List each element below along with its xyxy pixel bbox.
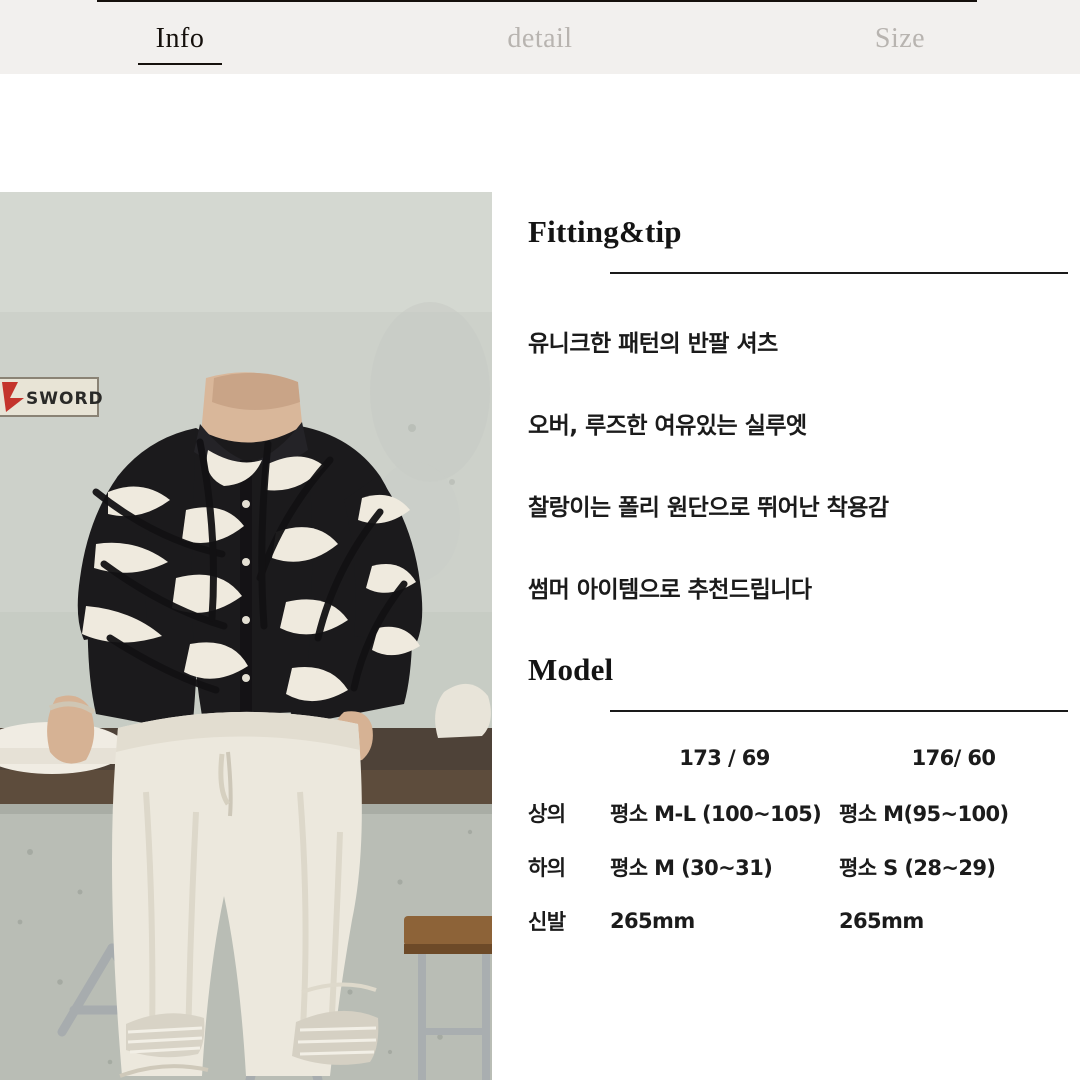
- product-photo: SWORD: [0, 192, 492, 1080]
- model-row-label: 신발: [528, 910, 566, 934]
- fitting-line: 썸머 아이템으로 추천드립니다: [528, 577, 812, 603]
- model-row-value-a: 평소 M-L (100~105): [610, 802, 822, 826]
- model-row-label: 상의: [528, 802, 566, 826]
- table-row: 173 / 69 176/ 60: [528, 734, 1068, 786]
- tab-bar: Info detail Size: [0, 0, 1080, 74]
- tab-detail-label: detail: [507, 23, 573, 54]
- tab-info[interactable]: Info: [0, 21, 360, 65]
- tab-detail[interactable]: detail: [360, 21, 720, 53]
- table-row: 신발 265mm 265mm: [528, 894, 1068, 948]
- model-title: Model: [528, 652, 614, 687]
- info-content: SWORD Fitting&tip 유니크한 패턴의 반팔 셔츠 오버, 루즈한…: [0, 74, 1080, 1080]
- tab-size-label: Size: [874, 23, 926, 54]
- tab-info-label: Info: [155, 23, 205, 54]
- info-panel: Fitting&tip 유니크한 패턴의 반팔 셔츠 오버, 루즈한 여유있는 …: [528, 214, 1068, 948]
- fitting-divider: [610, 272, 1068, 274]
- model-header-a: 173 / 69: [679, 746, 770, 770]
- model-block: Model 173 / 69 176/ 60 상의 평소 M-L (100~10…: [528, 652, 1068, 948]
- fitting-list: 유니크한 패턴의 반팔 셔츠 오버, 루즈한 여유있는 실루엣 찰랑이는 폴리 …: [528, 324, 1068, 604]
- tab-size[interactable]: Size: [720, 21, 1080, 53]
- model-row-value-b: 265mm: [839, 909, 924, 933]
- model-row-value-b: 평소 S (28~29): [839, 856, 996, 880]
- fitting-line: 유니크한 패턴의 반팔 셔츠: [528, 331, 778, 357]
- fitting-title: Fitting&tip: [528, 214, 682, 249]
- tab-active-indicator: [138, 63, 222, 65]
- fitting-line: 찰랑이는 폴리 원단으로 뛰어난 착용감: [528, 495, 889, 521]
- model-table: 173 / 69 176/ 60 상의 평소 M-L (100~105) 평소 …: [528, 734, 1068, 948]
- table-row: 상의 평소 M-L (100~105) 평소 M(95~100): [528, 786, 1068, 840]
- tabbar-top-divider: [97, 0, 977, 2]
- model-header-blank: [528, 734, 610, 786]
- model-divider: [610, 710, 1068, 712]
- model-row-label: 하의: [528, 856, 566, 880]
- model-row-value-a: 평소 M (30~31): [610, 856, 773, 880]
- model-row-value-b: 평소 M(95~100): [839, 802, 1009, 826]
- fitting-line: 오버, 루즈한 여유있는 실루엣: [528, 413, 807, 439]
- model-header-b: 176/ 60: [911, 746, 996, 770]
- model-row-value-a: 265mm: [610, 909, 695, 933]
- svg-text:SWORD: SWORD: [26, 389, 104, 409]
- table-row: 하의 평소 M (30~31) 평소 S (28~29): [528, 840, 1068, 894]
